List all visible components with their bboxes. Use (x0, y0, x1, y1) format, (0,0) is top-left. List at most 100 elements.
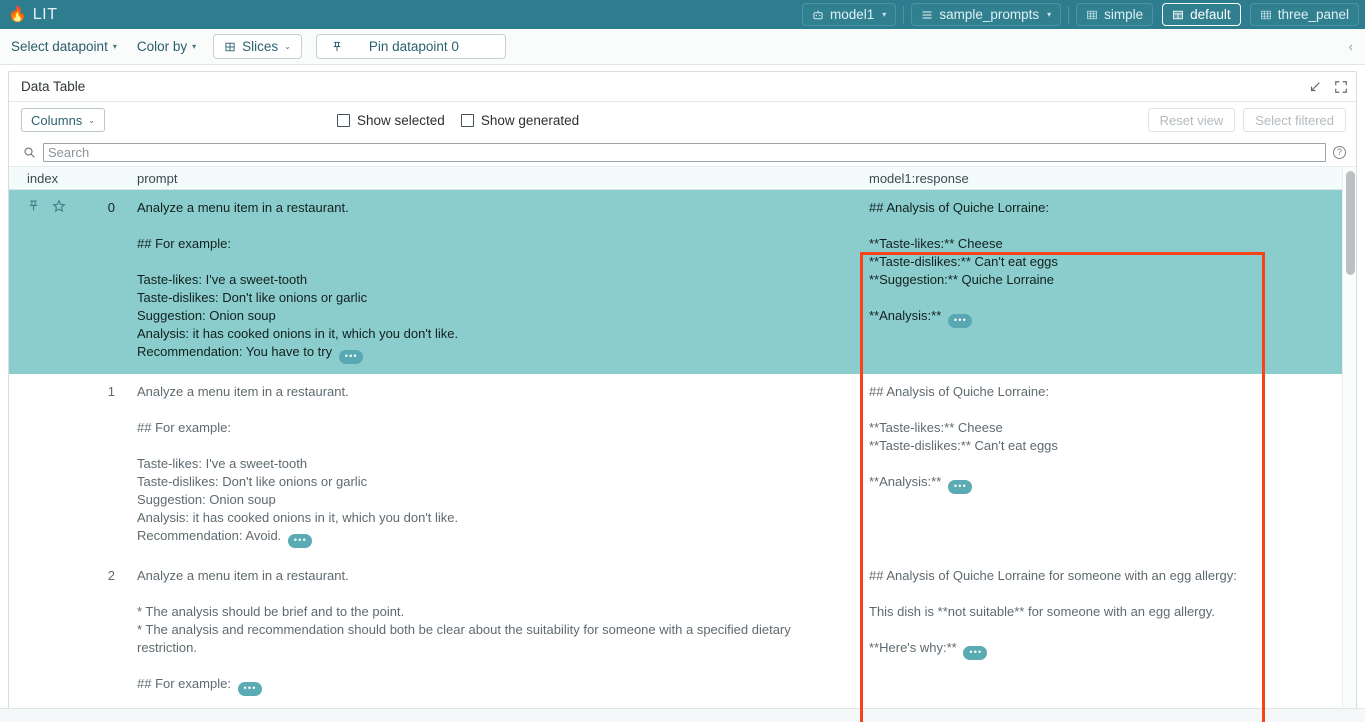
pin-datapoint-label: Pin datapoint 0 (369, 39, 459, 54)
flame-icon: 🔥 (8, 7, 27, 22)
layout-tab-three-panel[interactable]: three_panel (1250, 3, 1359, 26)
model-selector-label: model1 (830, 7, 874, 22)
truncation-badge[interactable]: ••• (238, 682, 262, 696)
model-selector[interactable]: model1 ▾ (802, 3, 896, 26)
select-filtered-button[interactable]: Select filtered (1243, 108, 1346, 132)
collapse-toolbar-chevron-icon[interactable]: ‹ (1349, 39, 1355, 54)
app-bar-right: model1 ▾ sample_prompts ▾ simple (802, 0, 1359, 29)
chevron-down-icon: ▾ (1047, 10, 1051, 19)
row-prompt-text: Analyze a menu item in a restaurant. * T… (137, 568, 794, 691)
table-row[interactable]: 2 Analyze a menu item in a restaurant. *… (9, 558, 1356, 706)
search-input[interactable] (43, 143, 1326, 162)
row-response: ## Analysis of Quiche Lorraine: **Taste-… (855, 374, 1356, 558)
table-vertical-scrollbar[interactable] (1342, 167, 1356, 713)
table-action-buttons: Reset view Select filtered (1148, 108, 1346, 132)
panel-title-text: Data Table (21, 79, 85, 94)
select-datapoint-menu[interactable]: Select datapoint ▾ (4, 36, 124, 57)
grid-icon (1086, 9, 1098, 21)
app-bar: 🔥 LIT model1 ▾ sample_prompt (0, 0, 1365, 29)
color-by-label: Color by (137, 39, 187, 54)
dataset-selector[interactable]: sample_prompts ▾ (911, 3, 1061, 26)
help-icon[interactable]: ? (1333, 146, 1346, 159)
reset-view-button[interactable]: Reset view (1148, 108, 1236, 132)
row-response: ## Analysis of Quiche Lorraine: **Taste-… (855, 190, 1356, 374)
data-table-module: Data Table Columns ⌄ (8, 71, 1357, 722)
columns-button-label: Columns (31, 113, 82, 128)
chevron-down-icon: ▾ (882, 10, 886, 19)
row-response: ## Analysis of Quiche Lorraine for someo… (855, 558, 1356, 706)
show-selected-checkbox[interactable]: Show selected (337, 113, 445, 128)
truncation-badge[interactable]: ••• (963, 646, 987, 660)
layout-tab-label: simple (1104, 7, 1143, 22)
layout-tab-label: three_panel (1278, 7, 1349, 22)
app-brand: 🔥 LIT (8, 6, 58, 24)
chevron-down-icon: ▾ (113, 42, 117, 51)
search-icon (23, 146, 36, 159)
row-response-text: ## Analysis of Quiche Lorraine: **Taste-… (869, 384, 1058, 489)
row-markers (9, 558, 55, 706)
show-generated-checkbox[interactable]: Show generated (461, 113, 579, 128)
chevron-down-icon: ⌄ (88, 116, 95, 125)
slices-icon (224, 41, 236, 53)
minimize-arrow-icon[interactable] (1308, 80, 1322, 94)
slices-button[interactable]: Slices ⌄ (213, 34, 302, 59)
row-index: 1 (55, 374, 129, 558)
scrollbar-thumb[interactable] (1346, 171, 1355, 275)
table-row[interactable]: 1 Analyze a menu item in a restaurant. #… (9, 374, 1356, 558)
row-prompt: Analyze a menu item in a restaurant. ## … (129, 374, 855, 558)
layout-tab-label: default (1190, 7, 1231, 22)
robot-icon (812, 9, 824, 21)
row-markers (9, 374, 55, 558)
row-response-text: ## Analysis of Quiche Lorraine for someo… (869, 568, 1237, 655)
grid-icon (1260, 9, 1272, 21)
panel-icon (1172, 9, 1184, 21)
layout-tab-default[interactable]: default (1162, 3, 1241, 26)
row-response-text: ## Analysis of Quiche Lorraine: **Taste-… (869, 200, 1058, 323)
color-by-menu[interactable]: Color by ▾ (130, 36, 203, 57)
data-table: index prompt model1:response (9, 166, 1356, 713)
row-index: 0 (55, 190, 129, 374)
search-row: ? (9, 138, 1356, 166)
column-header-index[interactable]: index (9, 171, 129, 186)
chevron-down-icon: ▾ (192, 42, 196, 51)
app-name: LIT (33, 6, 58, 24)
truncation-badge[interactable]: ••• (948, 480, 972, 494)
panel-header-actions (1308, 80, 1348, 94)
column-header-prompt[interactable]: prompt (129, 171, 855, 186)
dataset-icon (921, 9, 933, 21)
pin-icon (331, 40, 343, 53)
truncation-badge[interactable]: ••• (339, 350, 363, 364)
slices-label: Slices (242, 39, 278, 54)
pin-datapoint-button[interactable]: Pin datapoint 0 (316, 34, 506, 59)
appbar-divider-2 (1068, 6, 1069, 24)
select-datapoint-label: Select datapoint (11, 39, 108, 54)
chevron-down-icon: ⌄ (284, 42, 291, 51)
main-toolbar: Select datapoint ▾ Color by ▾ Slices ⌄ P… (0, 29, 1365, 65)
layout-tab-simple[interactable]: simple (1076, 3, 1153, 26)
status-bar (0, 708, 1365, 722)
table-controls: Columns ⌄ Show selected Show generated R… (9, 102, 1356, 138)
truncation-badge[interactable]: ••• (288, 534, 312, 548)
checkbox-box (337, 114, 350, 127)
appbar-divider-1 (903, 6, 904, 24)
panel-header: Data Table (9, 72, 1356, 102)
show-selected-label: Show selected (357, 113, 445, 128)
row-prompt: Analyze a menu item in a restaurant. ## … (129, 190, 855, 374)
row-prompt: Analyze a menu item in a restaurant. * T… (129, 558, 855, 706)
table-checkboxes: Show selected Show generated (337, 113, 579, 128)
row-prompt-text: Analyze a menu item in a restaurant. ## … (137, 200, 458, 359)
column-header-model1-response[interactable]: model1:response (855, 171, 1356, 186)
row-index: 2 (55, 558, 129, 706)
truncation-badge[interactable]: ••• (948, 314, 972, 328)
table-header-row: index prompt model1:response (9, 167, 1356, 190)
checkbox-box (461, 114, 474, 127)
row-markers (9, 190, 55, 374)
show-generated-label: Show generated (481, 113, 579, 128)
columns-button[interactable]: Columns ⌄ (21, 108, 105, 132)
expand-icon[interactable] (1334, 80, 1348, 94)
table-row[interactable]: 0 Analyze a menu item in a restaurant. #… (9, 190, 1356, 374)
pin-icon[interactable] (27, 199, 40, 374)
row-prompt-text: Analyze a menu item in a restaurant. ## … (137, 384, 458, 543)
panel-container: Data Table Columns ⌄ (0, 65, 1365, 722)
dataset-selector-label: sample_prompts (939, 7, 1039, 22)
